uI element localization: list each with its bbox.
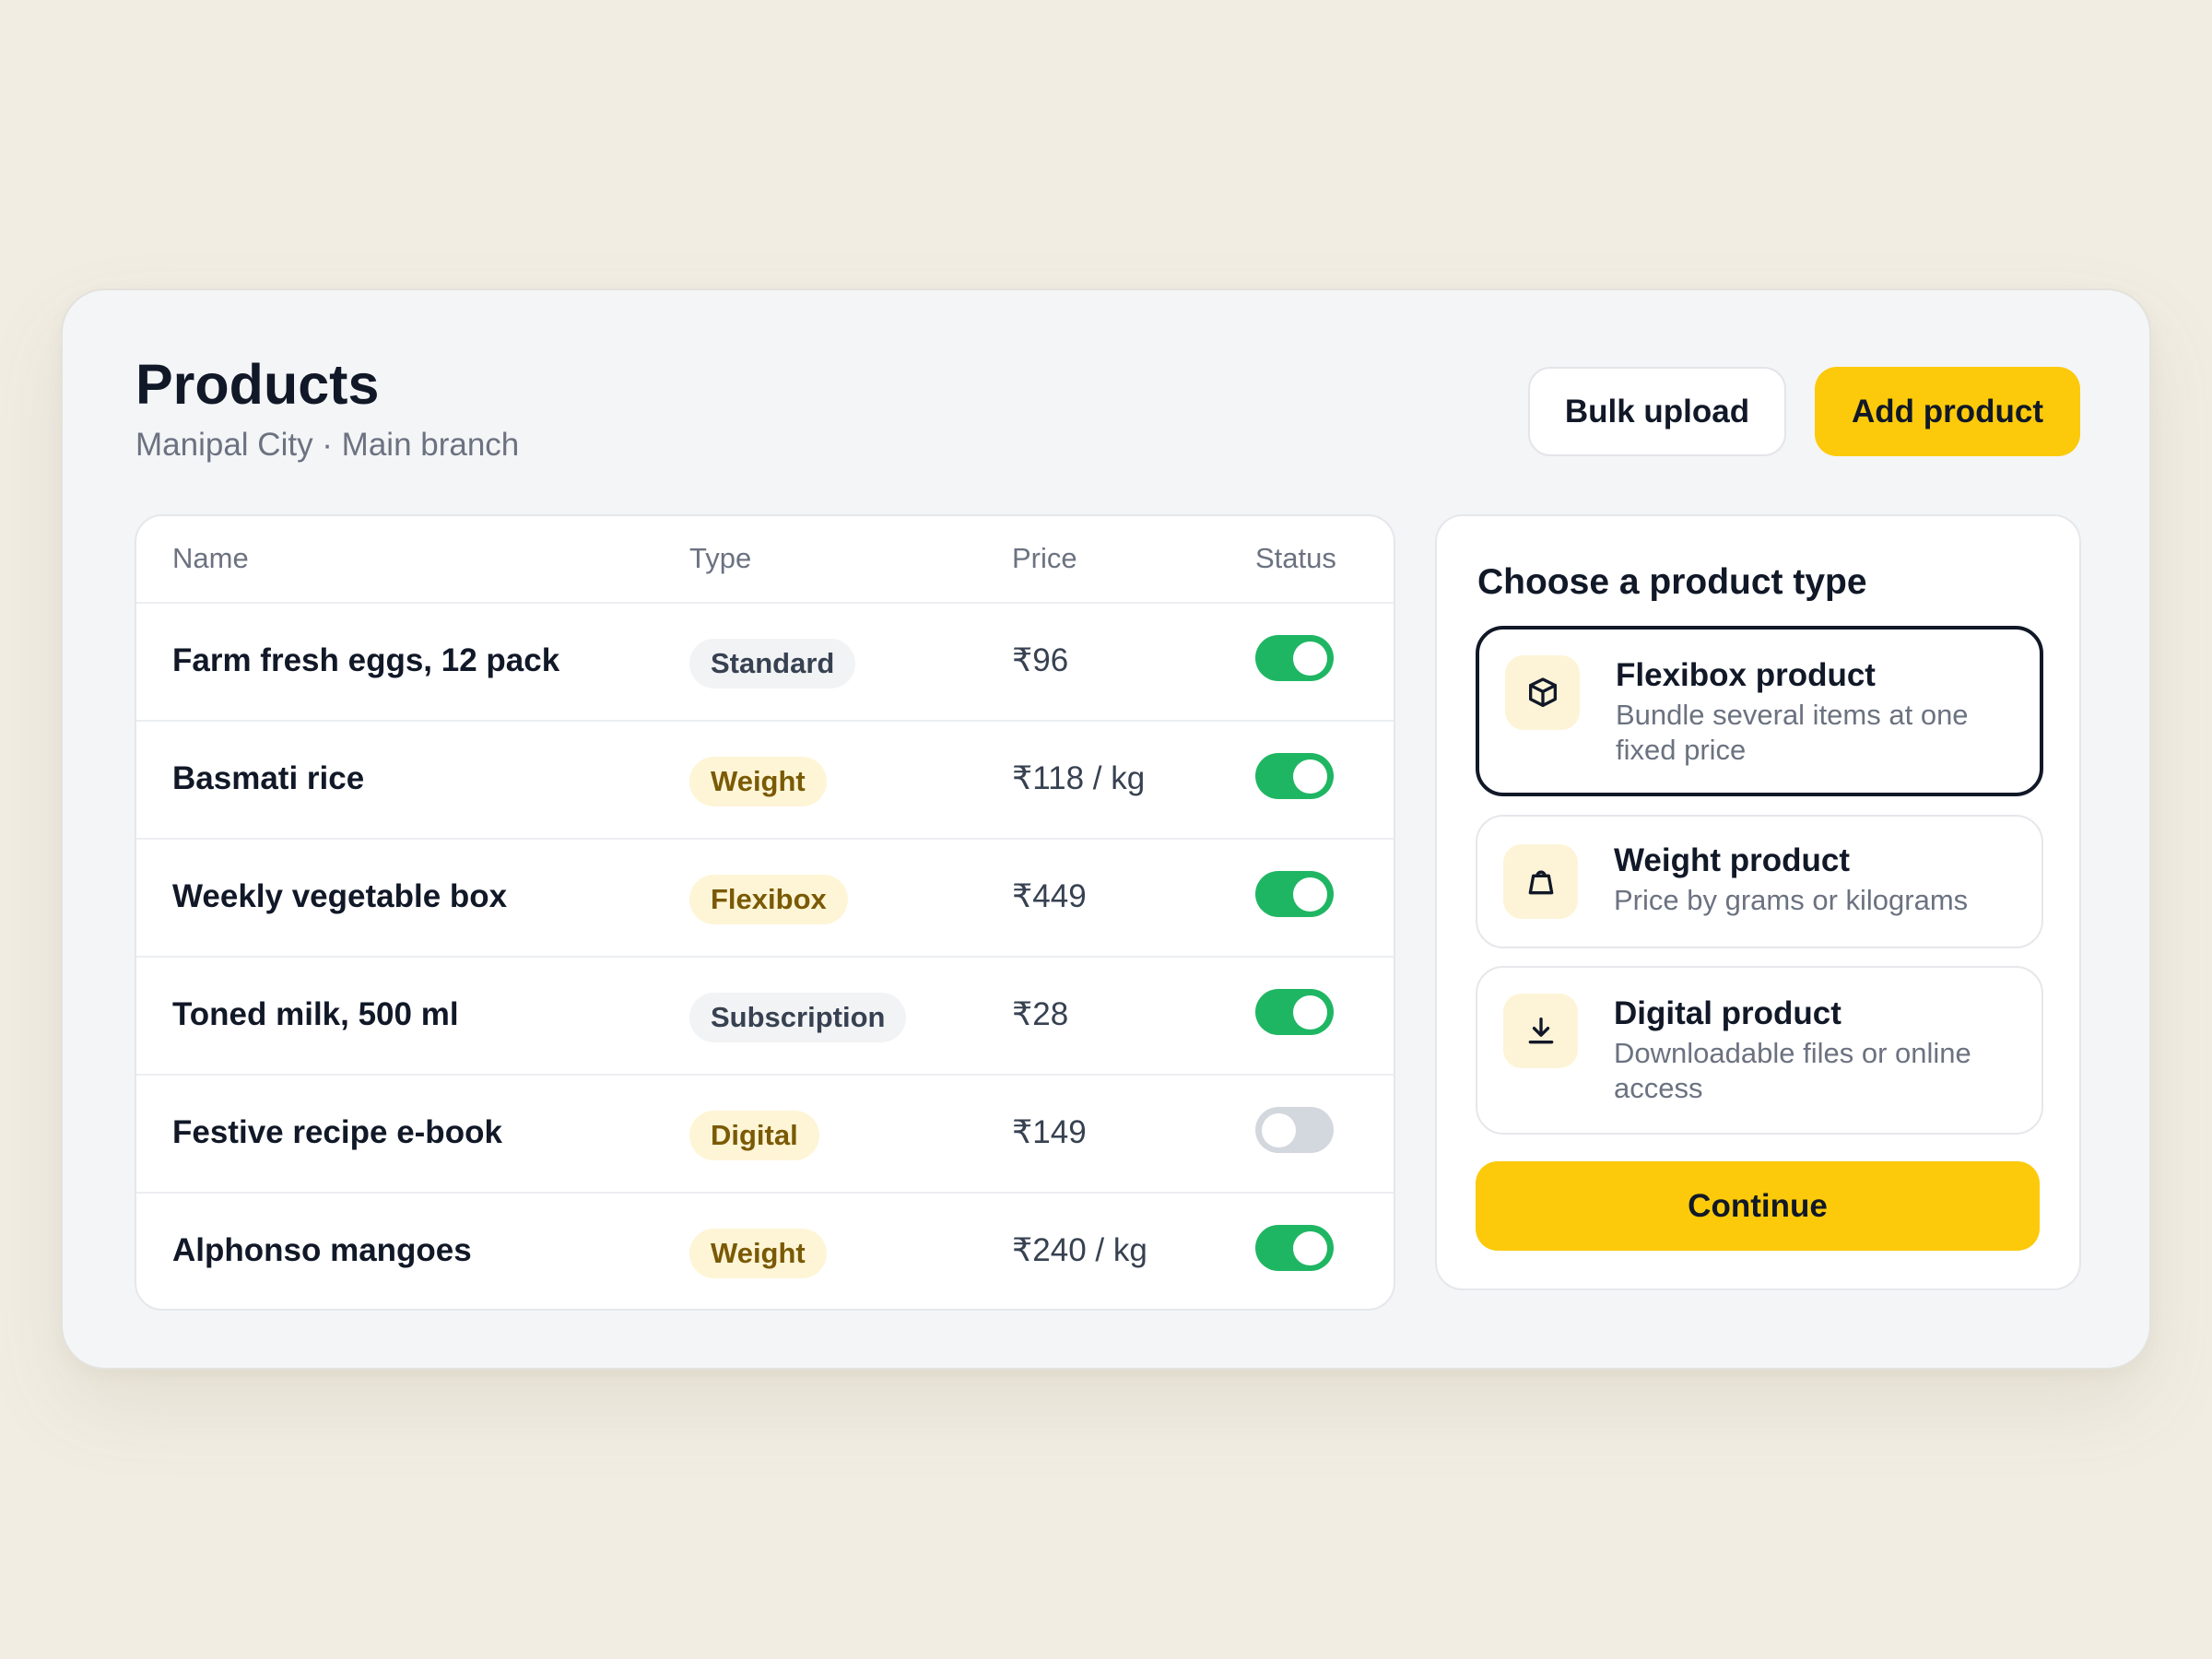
toggle-knob bbox=[1293, 759, 1327, 794]
product-name: Basmati rice bbox=[172, 760, 365, 796]
table-row[interactable]: Weekly vegetable box Flexibox ₹449 bbox=[136, 840, 1394, 958]
bulk-upload-button[interactable]: Bulk upload bbox=[1528, 367, 1786, 456]
option-title: Digital product bbox=[1614, 995, 1841, 1031]
option-description: Bundle several items at one fixed price bbox=[1616, 699, 1969, 766]
products-panel: Products Manipal City · Main branch Bulk… bbox=[61, 288, 2151, 1370]
page-title: Products bbox=[135, 353, 380, 416]
column-header-type: Type bbox=[689, 542, 752, 574]
option-description: Downloadable files or online access bbox=[1614, 1037, 1971, 1104]
product-price: ₹28 bbox=[1012, 996, 1069, 1032]
page-header: Products Manipal City · Main branch bbox=[135, 351, 519, 465]
continue-button[interactable]: Continue bbox=[1476, 1161, 2040, 1251]
product-price: ₹240 / kg bbox=[1012, 1232, 1147, 1268]
status-toggle[interactable] bbox=[1255, 871, 1334, 917]
table-header: Name Type Price Status bbox=[136, 516, 1394, 604]
download-icon bbox=[1503, 994, 1578, 1068]
weight-icon bbox=[1503, 844, 1578, 919]
product-price: ₹118 / kg bbox=[1012, 760, 1146, 796]
product-type-chooser: Choose a product type Flexibox product B… bbox=[1435, 514, 2081, 1290]
products-table: Name Type Price Status Farm fresh eggs, … bbox=[135, 514, 1395, 1311]
product-name: Festive recipe e-book bbox=[172, 1114, 502, 1150]
column-header-status: Status bbox=[1255, 542, 1336, 574]
product-price: ₹449 bbox=[1012, 878, 1087, 914]
option-digital-product[interactable]: Digital product Downloadable files or on… bbox=[1476, 966, 2043, 1135]
page-subtitle: Manipal City · Main branch bbox=[135, 427, 520, 463]
box-icon bbox=[1505, 655, 1580, 730]
type-badge: Subscription bbox=[689, 993, 907, 1042]
chooser-title: Choose a product type bbox=[1477, 562, 1867, 602]
table-row[interactable]: Alphonso mangoes Weight ₹240 / kg bbox=[136, 1194, 1394, 1309]
product-price: ₹149 bbox=[1012, 1114, 1087, 1150]
type-badge: Flexibox bbox=[689, 875, 848, 924]
table-row[interactable]: Festive recipe e-book Digital ₹149 bbox=[136, 1076, 1394, 1194]
table-row[interactable]: Basmati rice Weight ₹118 / kg bbox=[136, 722, 1394, 840]
option-title: Weight product bbox=[1614, 842, 1850, 878]
add-product-button[interactable]: Add product bbox=[1815, 367, 2080, 456]
product-name: Alphonso mangoes bbox=[172, 1232, 472, 1268]
toggle-knob bbox=[1293, 1231, 1327, 1265]
table-row[interactable]: Toned milk, 500 ml Subscription ₹28 bbox=[136, 958, 1394, 1076]
option-title: Flexibox product bbox=[1616, 657, 1876, 693]
status-toggle[interactable] bbox=[1255, 1107, 1334, 1153]
toggle-knob bbox=[1293, 877, 1327, 912]
status-toggle[interactable] bbox=[1255, 753, 1334, 799]
product-price: ₹96 bbox=[1012, 642, 1069, 678]
product-name: Weekly vegetable box bbox=[172, 878, 508, 914]
status-toggle[interactable] bbox=[1255, 989, 1334, 1035]
type-badge: Weight bbox=[689, 757, 827, 806]
type-badge: Weight bbox=[689, 1229, 827, 1278]
toggle-knob bbox=[1262, 1113, 1296, 1147]
option-flexibox-product[interactable]: Flexibox product Bundle several items at… bbox=[1476, 626, 2043, 796]
product-name: Toned milk, 500 ml bbox=[172, 996, 459, 1032]
toggle-knob bbox=[1293, 641, 1327, 676]
option-description: Price by grams or kilograms bbox=[1614, 884, 1969, 916]
option-weight-product[interactable]: Weight product Price by grams or kilogra… bbox=[1476, 815, 2043, 948]
status-toggle[interactable] bbox=[1255, 635, 1334, 681]
status-toggle[interactable] bbox=[1255, 1225, 1334, 1271]
type-badge: Digital bbox=[689, 1111, 819, 1160]
column-header-name: Name bbox=[172, 542, 249, 574]
product-name: Farm fresh eggs, 12 pack bbox=[172, 642, 560, 678]
toggle-knob bbox=[1293, 995, 1327, 1030]
column-header-price: Price bbox=[1012, 542, 1077, 574]
table-row[interactable]: Farm fresh eggs, 12 pack Standard ₹96 bbox=[136, 604, 1394, 722]
type-badge: Standard bbox=[689, 639, 856, 688]
